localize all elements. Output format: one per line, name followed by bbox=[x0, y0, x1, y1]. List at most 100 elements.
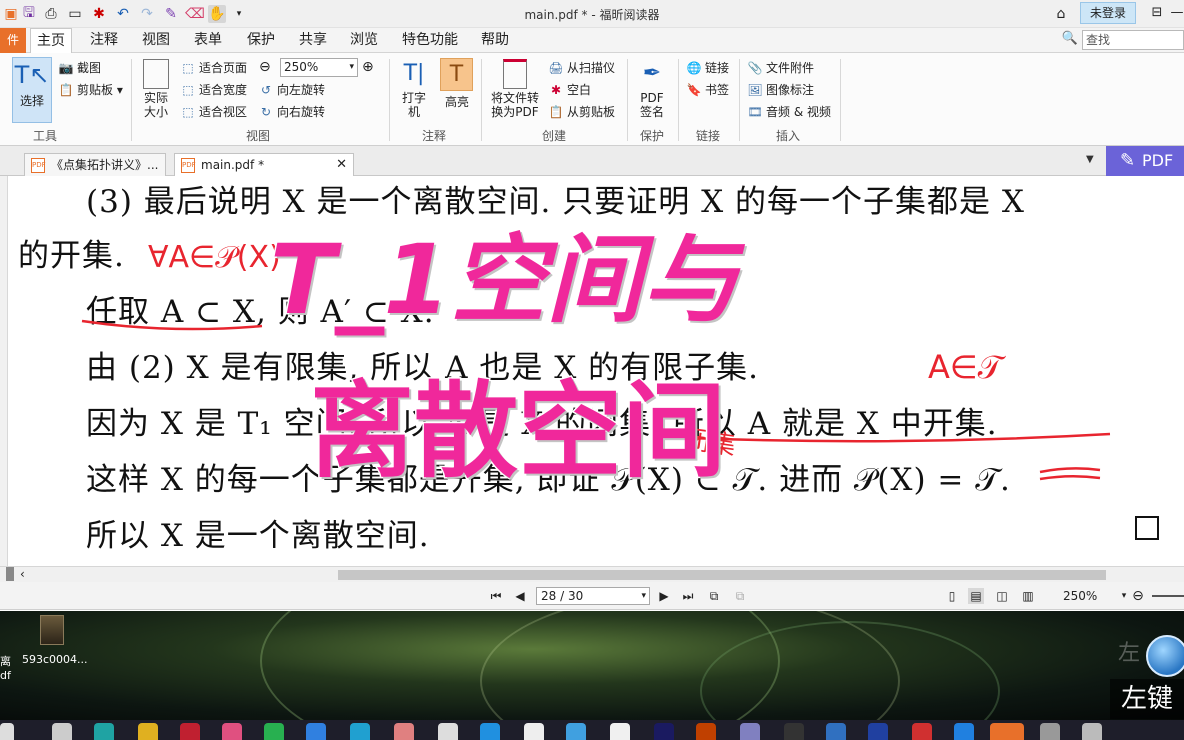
scrollbar-thumb[interactable] bbox=[338, 570, 1106, 580]
zoom-slider[interactable] bbox=[1152, 595, 1184, 597]
taskbar-app-icon[interactable] bbox=[1040, 723, 1060, 740]
scroll-left-icon[interactable]: ‹ bbox=[20, 567, 25, 581]
taskbar-app-icon[interactable] bbox=[868, 723, 888, 740]
zoom-out-icon[interactable]: ⊖ bbox=[259, 58, 271, 76]
snapshot-button[interactable]: 📷 截图 bbox=[58, 59, 102, 77]
desktop-icon-label[interactable]: df bbox=[0, 669, 11, 682]
document-view[interactable]: (3) 最后说明 X 是一个离散空间. 只要证明 X 的每一个子集都是 X 的开… bbox=[0, 176, 1184, 566]
wechat-icon[interactable] bbox=[264, 723, 284, 740]
taskbar-app-icon[interactable] bbox=[954, 723, 974, 740]
continuous-facing-icon[interactable]: ▥ bbox=[1020, 588, 1036, 604]
file-attachment-button[interactable]: 📎 文件附件 bbox=[747, 59, 815, 77]
search-options-icon[interactable]: 🔍 bbox=[1061, 31, 1079, 49]
attachment-label: 文件附件 bbox=[766, 61, 815, 75]
fit-width-button[interactable]: ⬚ 适合宽度 bbox=[180, 81, 247, 99]
typewriter-button[interactable]: T| 打字机 bbox=[396, 59, 432, 119]
page-number-field[interactable]: 28 / 30 ▾ bbox=[536, 587, 650, 605]
desktop-background: 593c0004... 离 df 左 左键 bbox=[0, 611, 1184, 720]
skin-icon[interactable]: ⌂ bbox=[1052, 5, 1070, 23]
tab-list-dropdown-icon[interactable]: ▼ bbox=[1086, 154, 1094, 165]
minimize-window-icon[interactable]: — bbox=[1166, 3, 1184, 23]
taskbar-app-icon[interactable] bbox=[610, 723, 630, 740]
taskbar-app-icon[interactable] bbox=[912, 723, 932, 740]
doc-tab-lecture-notes[interactable]: PDF 《点集拓扑讲义》... bbox=[24, 153, 166, 176]
audio-video-button[interactable]: 🎞 音频 & 视频 bbox=[747, 103, 831, 121]
last-page-icon[interactable]: ⏭ bbox=[680, 588, 696, 604]
highlight-tool-icon[interactable]: T bbox=[440, 58, 473, 91]
restore-window-icon[interactable]: ⊟ bbox=[1146, 3, 1168, 23]
taskbar-app-icon[interactable] bbox=[740, 723, 760, 740]
blank-page-button[interactable]: ✱ 空白 bbox=[548, 81, 591, 99]
scroll-handle-icon[interactable] bbox=[6, 567, 14, 581]
typora-icon[interactable] bbox=[524, 723, 544, 740]
taskbar-app-icon[interactable] bbox=[94, 723, 114, 740]
floating-globe-icon[interactable] bbox=[1146, 635, 1184, 677]
taskbar-app-icon[interactable] bbox=[826, 723, 846, 740]
next-page-icon[interactable]: ▶ bbox=[656, 588, 672, 604]
tab-home[interactable]: 主页 bbox=[30, 28, 72, 54]
rotate-left-button[interactable]: ↺ 向左旋转 bbox=[258, 81, 325, 99]
close-tab-icon[interactable]: ✕ bbox=[336, 154, 347, 176]
continuous-page-icon[interactable]: ▤ bbox=[968, 588, 984, 604]
tab-help[interactable]: 帮助 bbox=[475, 28, 515, 53]
tab-special-features[interactable]: 特色功能 bbox=[396, 28, 464, 53]
taskbar-app-icon[interactable] bbox=[1082, 723, 1102, 740]
taskbar-app-icon[interactable] bbox=[566, 723, 586, 740]
image-annotation-button[interactable]: 🖼 图像标注 bbox=[747, 81, 814, 99]
tab-share[interactable]: 共享 bbox=[293, 28, 333, 53]
taskbar-app-icon[interactable] bbox=[222, 723, 242, 740]
taskbar-app-icon[interactable] bbox=[480, 723, 500, 740]
taskbar-app-icon[interactable] bbox=[438, 723, 458, 740]
image-icon: 🖼 bbox=[747, 83, 763, 97]
login-button[interactable]: 未登录 bbox=[1080, 2, 1136, 24]
foxit-reader-taskbar-icon[interactable] bbox=[990, 723, 1024, 740]
taskbar-app-icon[interactable] bbox=[306, 723, 326, 740]
zoom-out-icon[interactable]: ⊖ bbox=[1130, 588, 1146, 604]
fit-visible-button[interactable]: ⬚ 适合视区 bbox=[180, 103, 247, 121]
taskbar-app-icon[interactable] bbox=[180, 723, 200, 740]
tab-form[interactable]: 表单 bbox=[188, 28, 228, 53]
facing-pages-icon[interactable]: ◫ bbox=[994, 588, 1010, 604]
select-tool-button[interactable]: T↖ 选择 bbox=[12, 57, 52, 123]
desktop-icon-label[interactable]: 593c0004... bbox=[22, 653, 88, 666]
highlight-label[interactable]: 高亮 bbox=[445, 93, 469, 111]
first-page-icon[interactable]: ⏮ bbox=[488, 588, 504, 604]
rotate-right-button[interactable]: ↻ 向右旋转 bbox=[258, 103, 325, 121]
horizontal-scrollbar[interactable]: ‹ bbox=[0, 566, 1184, 582]
tab-comment[interactable]: 注释 bbox=[84, 28, 124, 53]
zoom-in-icon[interactable]: ⊕ bbox=[362, 58, 374, 76]
qq-icon[interactable] bbox=[784, 723, 804, 740]
prev-page-icon[interactable]: ◀ bbox=[512, 588, 528, 604]
doc-tab-main-pdf[interactable]: PDF main.pdf * ✕ bbox=[174, 153, 354, 176]
from-clipboard-button[interactable]: 📋 从剪贴板 bbox=[548, 103, 616, 121]
tab-browse[interactable]: 浏览 bbox=[344, 28, 384, 53]
link-button[interactable]: 🌐 链接 bbox=[686, 59, 730, 77]
single-page-icon[interactable]: ▯ bbox=[944, 588, 960, 604]
actual-size-button[interactable]: 实际大小 bbox=[138, 59, 174, 119]
pdf-promo-badge[interactable]: ✎ PDF bbox=[1106, 146, 1184, 176]
chrome-icon[interactable] bbox=[138, 723, 158, 740]
premiere-icon[interactable] bbox=[654, 723, 674, 740]
clipboard-button[interactable]: 📋 剪贴板 ▾ bbox=[58, 81, 123, 99]
file-tab[interactable]: 件 bbox=[0, 28, 26, 53]
tab-view[interactable]: 视图 bbox=[136, 28, 176, 53]
zoom-select[interactable]: 250% ▾ bbox=[280, 58, 358, 77]
pdf-sign-button[interactable]: ✒ PDF签名 bbox=[634, 59, 670, 119]
fit-page-button[interactable]: ⬚ 适合页面 bbox=[180, 59, 247, 77]
from-scanner-button[interactable]: 🖨 从扫描仪 bbox=[548, 59, 615, 77]
convert-to-pdf-button[interactable]: 将文件转换为PDF bbox=[488, 59, 542, 119]
tab-protect[interactable]: 保护 bbox=[241, 28, 281, 53]
taskbar-app-icon[interactable] bbox=[394, 723, 414, 740]
desktop-icon-label[interactable]: 离 bbox=[0, 653, 11, 669]
file-explorer-icon[interactable] bbox=[52, 723, 72, 740]
bookmark-button[interactable]: 🔖 书签 bbox=[686, 81, 730, 99]
taskbar-app-icon[interactable] bbox=[0, 723, 14, 740]
previous-view-icon[interactable]: ⧉ bbox=[706, 588, 722, 604]
search-input[interactable]: 查找 bbox=[1082, 30, 1184, 50]
illustrator-icon[interactable] bbox=[696, 723, 716, 740]
desktop-file-thumbnail-icon[interactable] bbox=[40, 615, 64, 645]
taskbar-app-icon[interactable] bbox=[350, 723, 370, 740]
zoom-level-status[interactable]: 250% bbox=[1063, 589, 1097, 603]
next-view-icon[interactable]: ⧉ bbox=[732, 588, 748, 604]
handwritten-annotation: A∈𝒯 bbox=[928, 348, 1003, 386]
